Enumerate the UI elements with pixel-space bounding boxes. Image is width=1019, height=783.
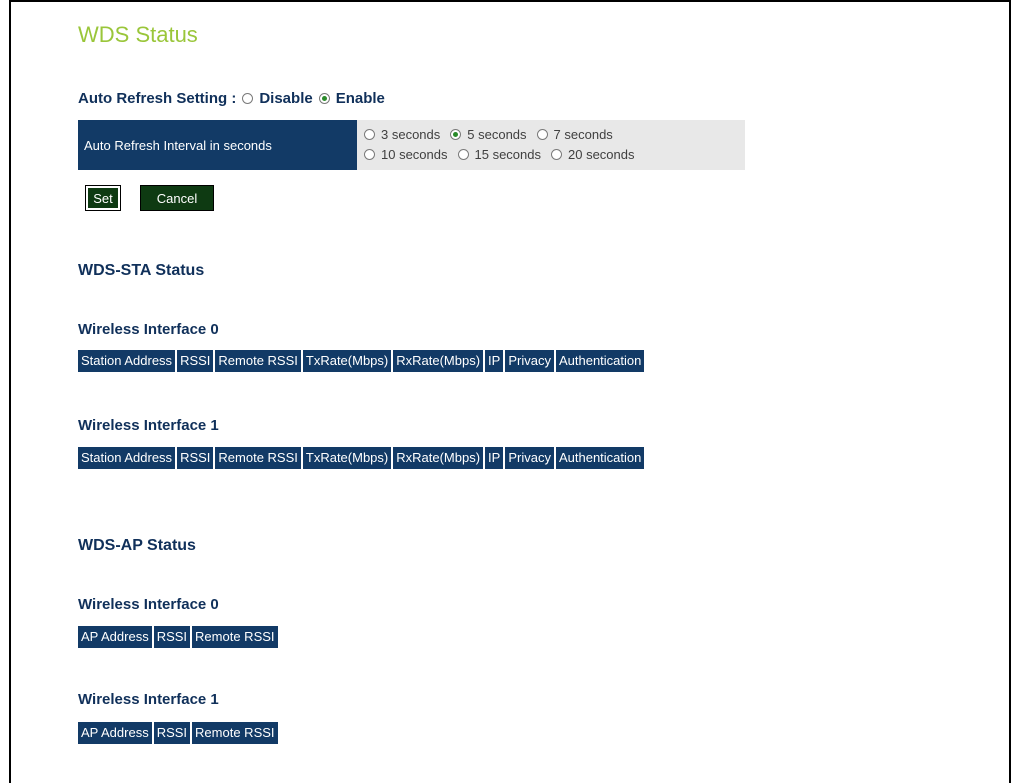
interval-label-3: 3 seconds	[381, 126, 441, 142]
wds-ap-section-title: WDS-AP Status	[78, 537, 196, 554]
column-header-station-address: Station Address	[78, 350, 176, 372]
column-header-rssi: RSSI	[153, 626, 191, 648]
auto-refresh-setting: Auto Refresh Setting : Disable Enable	[78, 90, 385, 107]
interval-label-7: 7 seconds	[553, 126, 613, 142]
wds-sta-section-title: WDS-STA Status	[78, 262, 205, 279]
column-header-remote-rssi: Remote RSSI	[192, 722, 278, 744]
column-header-txrate: TxRate(Mbps)	[302, 447, 392, 469]
wds-sta-interface-0-table-header: Station Address RSSI Remote RSSI TxRate(…	[78, 350, 645, 372]
wds-ap-interface-1-title: Wireless Interface 1	[78, 691, 219, 708]
content-frame	[9, 0, 1011, 783]
refresh-interval-row: Auto Refresh Interval in seconds 3 secon…	[78, 120, 745, 170]
interval-label-15: 15 seconds	[474, 146, 542, 162]
column-header-ip: IP	[485, 350, 504, 372]
page-title: WDS Status	[78, 22, 198, 47]
cancel-button[interactable]: Cancel	[140, 185, 214, 211]
column-header-remote-rssi: Remote RSSI	[192, 626, 278, 648]
interval-radio-7[interactable]	[536, 128, 548, 140]
set-button[interactable]: Set	[85, 185, 121, 211]
column-header-privacy: Privacy	[505, 447, 554, 469]
interval-option-7[interactable]: 7 seconds	[536, 126, 613, 142]
interval-radio-15[interactable]	[457, 148, 469, 160]
interval-option-10[interactable]: 10 seconds	[364, 147, 448, 162]
auto-refresh-disable-option[interactable]: Disable	[242, 90, 313, 107]
column-header-rssi: RSSI	[153, 722, 191, 744]
auto-refresh-enable-radio[interactable]	[318, 93, 330, 104]
interval-label-10: 10 seconds	[381, 146, 448, 162]
interval-option-5[interactable]: 5 seconds	[450, 126, 527, 142]
refresh-interval-label: Auto Refresh Interval in seconds	[78, 120, 357, 170]
auto-refresh-disable-label: Disable	[259, 90, 313, 107]
wds-sta-interface-1-table-header: Station Address RSSI Remote RSSI TxRate(…	[78, 447, 645, 469]
interval-option-3[interactable]: 3 seconds	[364, 127, 440, 142]
column-header-station-address: Station Address	[78, 447, 176, 469]
column-header-authentication: Authentication	[555, 447, 645, 469]
auto-refresh-enable-label: Enable	[335, 90, 385, 107]
column-header-ap-address: AP Address	[78, 722, 152, 744]
auto-refresh-label: Auto Refresh Setting :	[78, 90, 237, 107]
wds-ap-interface-0-title: Wireless Interface 0	[78, 596, 219, 613]
interval-option-15[interactable]: 15 seconds	[457, 146, 542, 162]
column-header-authentication: Authentication	[555, 350, 645, 372]
column-header-ap-address: AP Address	[78, 626, 152, 648]
column-header-ip: IP	[485, 447, 504, 469]
refresh-interval-options: 3 seconds 5 seconds 7 seconds 10 seconds…	[357, 120, 745, 170]
interval-radio-20[interactable]	[551, 148, 562, 160]
column-header-rssi: RSSI	[177, 350, 214, 372]
column-header-rxrate: RxRate(Mbps)	[393, 447, 484, 469]
wds-sta-interface-0-title: Wireless Interface 0	[78, 321, 219, 338]
column-header-rssi: RSSI	[177, 447, 214, 469]
column-header-privacy: Privacy	[505, 350, 554, 372]
interval-radio-3[interactable]	[364, 128, 375, 140]
column-header-remote-rssi: Remote RSSI	[215, 447, 301, 469]
interval-label-20: 20 seconds	[568, 146, 635, 162]
auto-refresh-disable-radio[interactable]	[242, 93, 254, 104]
column-header-remote-rssi: Remote RSSI	[215, 350, 301, 372]
wds-ap-interface-1-table-header: AP Address RSSI Remote RSSI	[78, 722, 278, 744]
column-header-txrate: TxRate(Mbps)	[302, 350, 392, 372]
wds-ap-interface-0-table-header: AP Address RSSI Remote RSSI	[78, 626, 278, 648]
interval-label-5: 5 seconds	[467, 126, 527, 142]
wds-sta-interface-1-title: Wireless Interface 1	[78, 417, 219, 434]
interval-radio-5[interactable]	[450, 128, 462, 140]
column-header-rxrate: RxRate(Mbps)	[393, 350, 484, 372]
interval-radio-10[interactable]	[364, 148, 375, 160]
interval-option-20[interactable]: 20 seconds	[551, 147, 635, 162]
auto-refresh-enable-option[interactable]: Enable	[318, 90, 385, 107]
